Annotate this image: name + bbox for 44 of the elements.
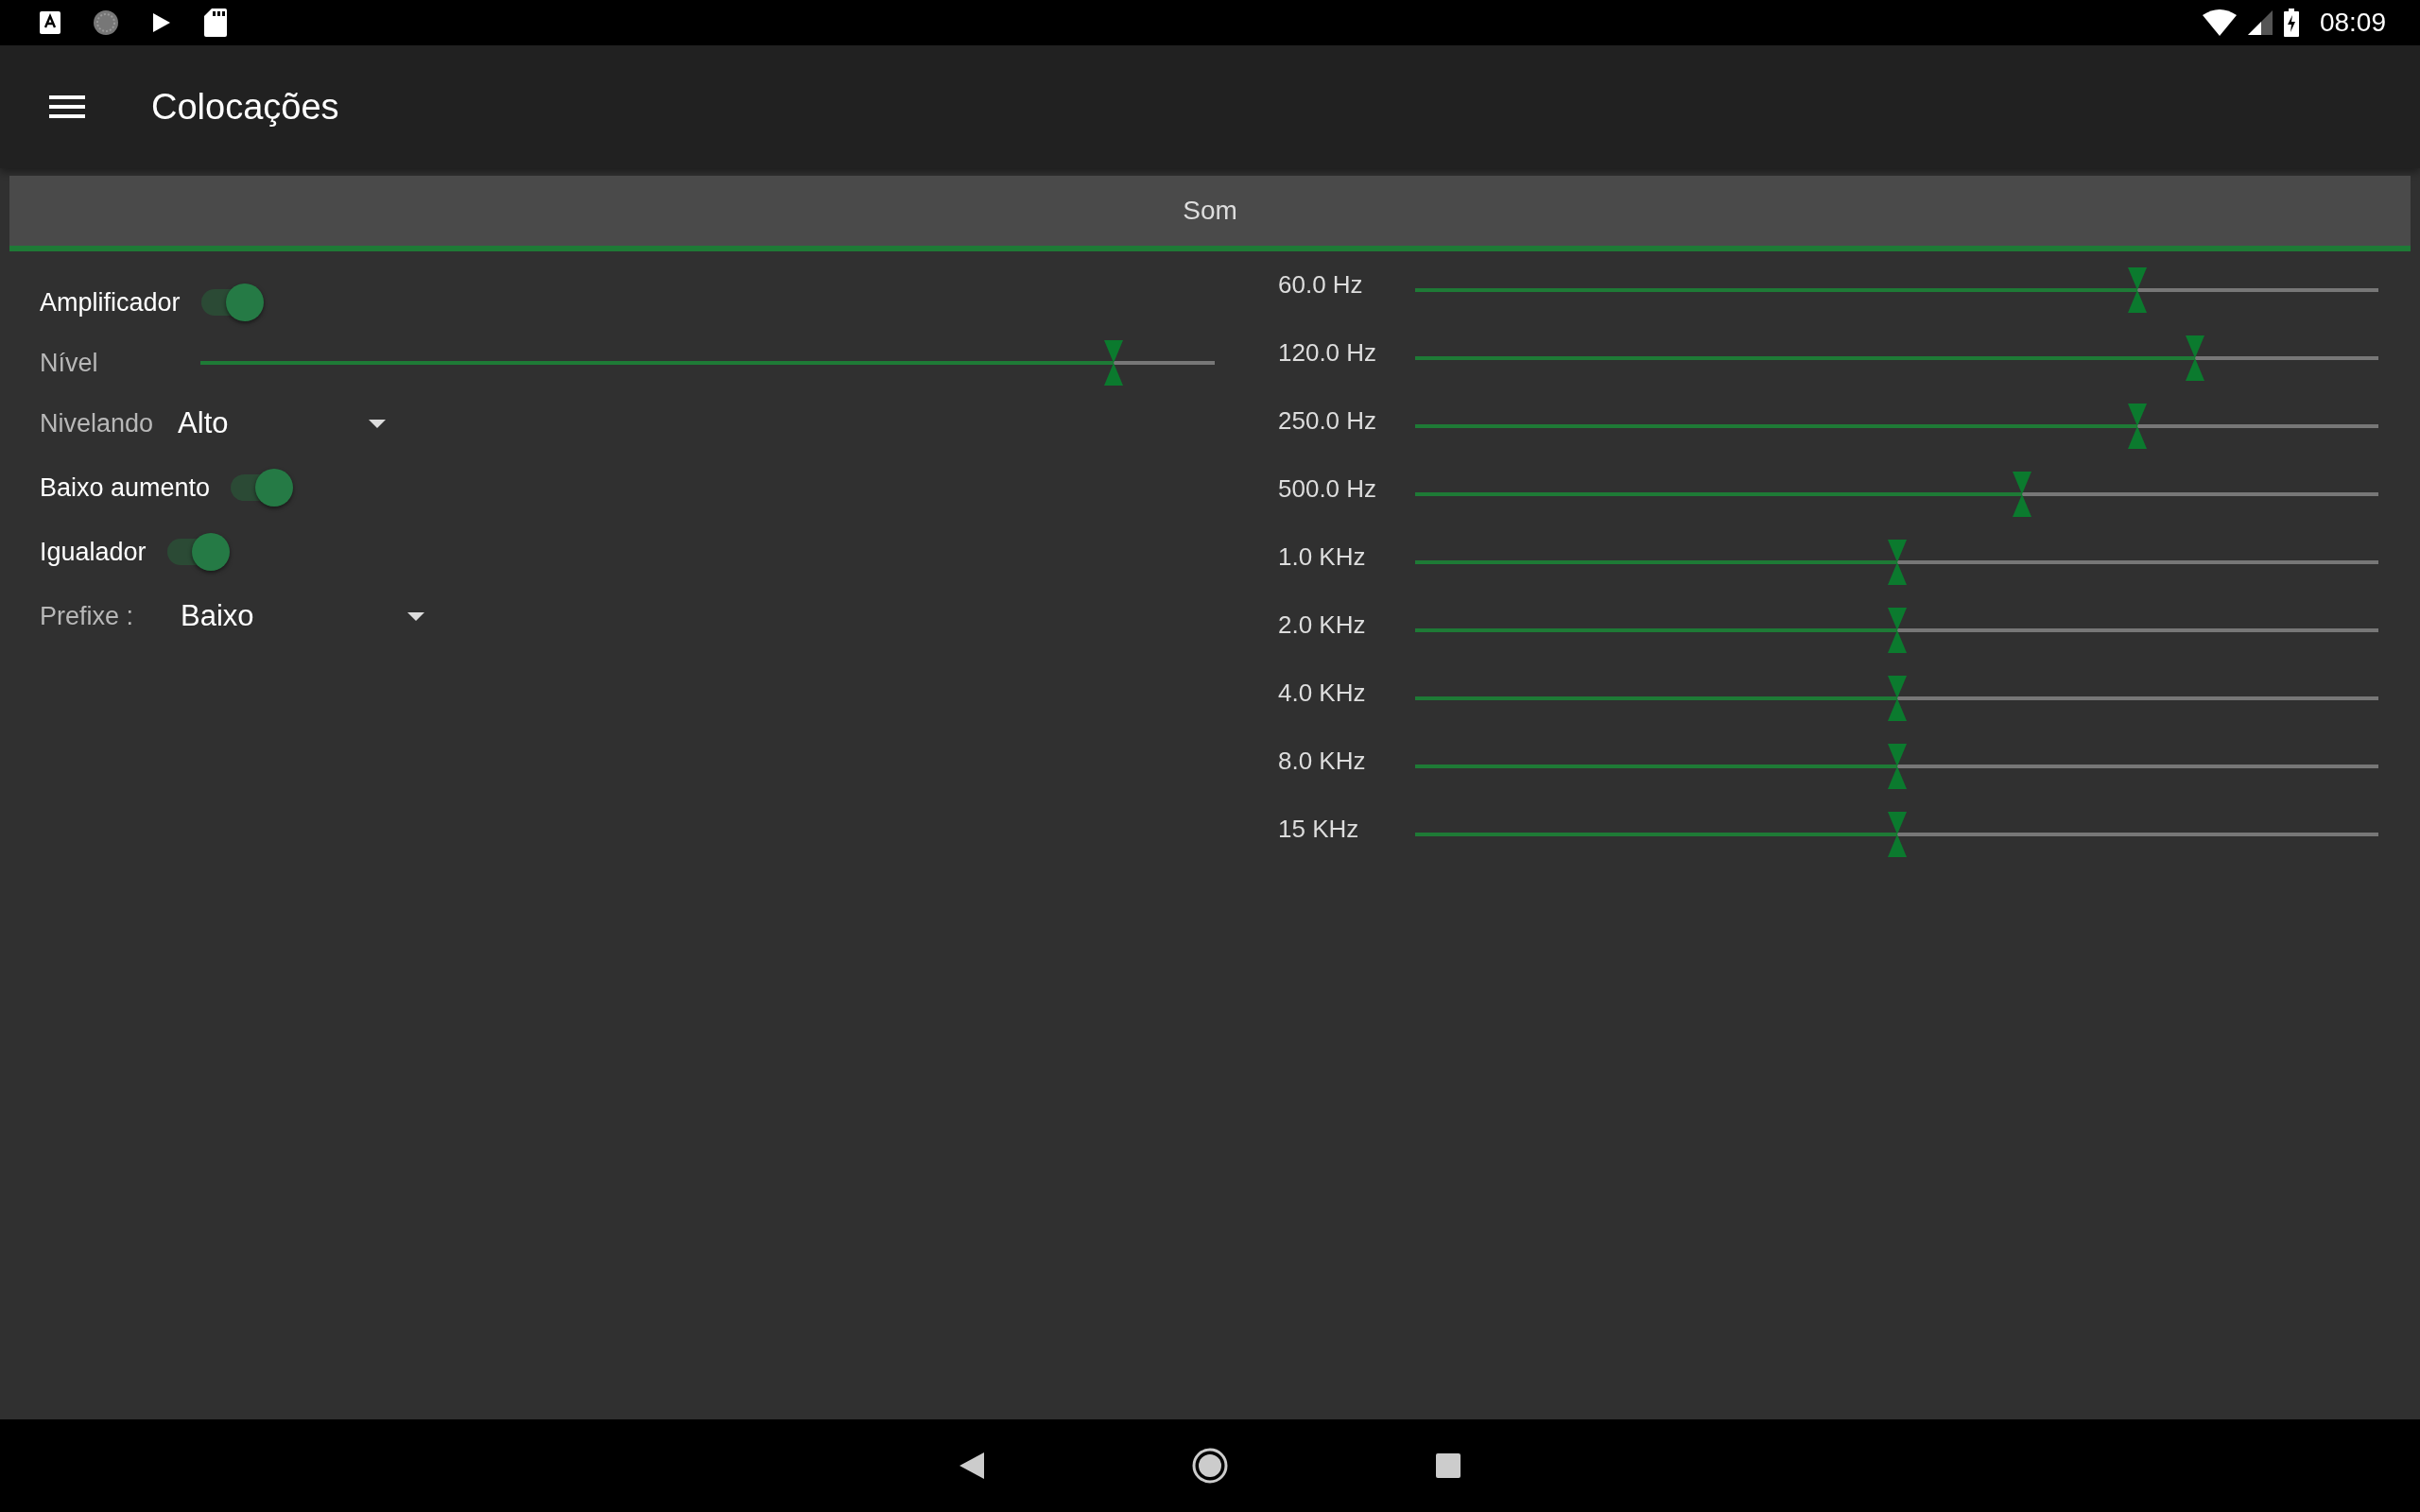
band-label: 2.0 KHz xyxy=(1278,610,1367,640)
band-label: 500.0 Hz xyxy=(1278,474,1378,504)
tab[interactable]: Som xyxy=(9,176,2411,251)
sd-card-icon xyxy=(204,9,227,37)
setting-label: Nivelando xyxy=(40,408,154,438)
home-icon[interactable] xyxy=(1192,1448,1228,1484)
status-time: 08:09 xyxy=(2319,8,2386,38)
slider-thumb[interactable] xyxy=(2128,404,2148,449)
font-icon xyxy=(40,11,60,34)
slider-thumb[interactable] xyxy=(1887,608,1907,653)
slider-thumb[interactable] xyxy=(1887,540,1907,585)
dropdown[interactable]: Baixo xyxy=(181,599,425,633)
setting-label: Nível xyxy=(40,348,99,378)
band-label: 1.0 KHz xyxy=(1278,542,1367,572)
setting-label: Baixo aumento xyxy=(40,472,211,503)
slider-thumb[interactable] xyxy=(1887,744,1907,789)
slider-thumb[interactable] xyxy=(2186,335,2205,381)
slider-thumb[interactable] xyxy=(2012,472,2031,517)
app-title: Colocações xyxy=(151,86,339,128)
toggle-switch[interactable] xyxy=(166,533,232,571)
setting-label: Amplificador xyxy=(40,287,181,318)
toggle-switch[interactable] xyxy=(200,284,266,321)
play-icon xyxy=(151,11,172,34)
back-icon[interactable] xyxy=(959,1452,984,1479)
band-label: 15 KHz xyxy=(1278,815,1360,844)
wifi-icon xyxy=(2202,9,2237,36)
slider-thumb[interactable] xyxy=(1887,676,1907,721)
caret-icon xyxy=(369,419,387,428)
band-label: 4.0 KHz xyxy=(1278,679,1367,708)
dropdown[interactable]: Alto xyxy=(178,406,387,440)
band-label: 60.0 Hz xyxy=(1278,270,1364,300)
band-label: 120.0 Hz xyxy=(1278,338,1378,368)
menu-icon[interactable] xyxy=(49,94,85,120)
caret-icon xyxy=(407,611,425,621)
battery-charging-icon xyxy=(2283,9,2299,37)
setting-label: Prefixe : xyxy=(40,601,134,631)
slider-thumb[interactable] xyxy=(1103,340,1123,386)
slider-thumb[interactable] xyxy=(2128,267,2148,313)
slider-thumb[interactable] xyxy=(1887,812,1907,857)
band-label: 250.0 Hz xyxy=(1278,406,1378,436)
signal-icon xyxy=(2247,10,2273,35)
band-label: 8.0 KHz xyxy=(1278,747,1367,776)
disc-icon xyxy=(93,9,119,36)
setting-label: Igualador xyxy=(40,537,147,567)
